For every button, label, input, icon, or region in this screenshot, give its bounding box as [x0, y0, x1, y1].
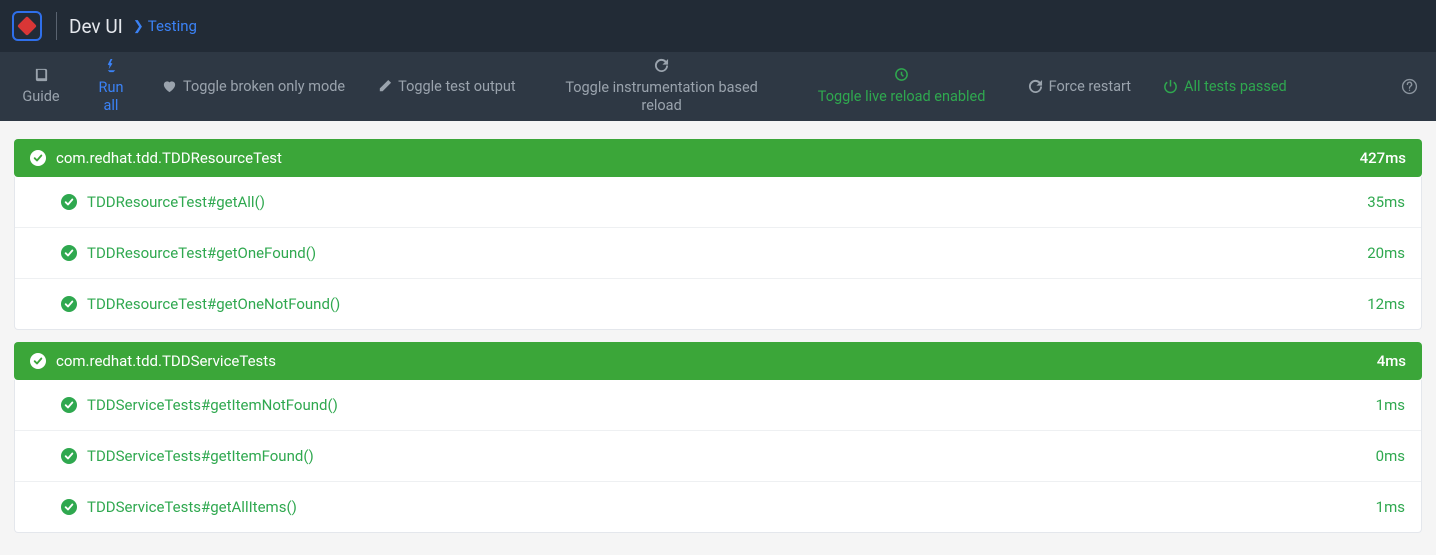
test-name: TDDResourceTest#getOneFound() [87, 244, 316, 262]
toggle-live-reload-button[interactable]: Toggle live reload enabled [792, 52, 1012, 121]
suite-header[interactable]: com.redhat.tdd.TDDServiceTests 4ms [14, 342, 1422, 380]
test-time: 1ms [1376, 396, 1405, 414]
test-row[interactable]: TDDServiceTests#getItemNotFound() 1ms [15, 380, 1421, 431]
toggle-instrumentation-label: Toggle instrumentation based reload [548, 79, 776, 115]
check-circle-icon [61, 245, 77, 261]
toggle-output-button[interactable]: Toggle test output [361, 52, 531, 121]
test-name: TDDResourceTest#getAll() [87, 193, 265, 211]
suite-time: 427ms [1360, 149, 1406, 167]
question-circle-icon [1401, 78, 1418, 95]
test-list: TDDResourceTest#getAll() 35ms TDDResourc… [14, 177, 1422, 330]
heart-icon [162, 79, 177, 94]
toolbar: Guide Run all Toggle broken only mode To… [0, 52, 1436, 121]
sync-icon [654, 58, 669, 73]
toggle-live-reload-label: Toggle live reload enabled [818, 88, 986, 106]
suite-name: com.redhat.tdd.TDDResourceTest [56, 149, 282, 167]
check-circle-icon [61, 397, 77, 413]
check-circle-icon [61, 194, 77, 210]
test-list: TDDServiceTests#getItemNotFound() 1ms TD… [14, 380, 1422, 533]
clock-icon [894, 67, 909, 82]
logo-icon [17, 16, 37, 36]
redo-icon [1028, 79, 1043, 94]
test-time: 1ms [1376, 498, 1405, 516]
all-tests-passed-label: All tests passed [1184, 78, 1287, 96]
breadcrumb-testing[interactable]: Testing [148, 17, 197, 35]
check-circle-icon [61, 499, 77, 515]
force-restart-button[interactable]: Force restart [1012, 52, 1147, 121]
divider [56, 12, 57, 40]
run-all-button[interactable]: Run all [76, 52, 146, 121]
chevron-right-icon: ❯ [133, 19, 144, 34]
app-title: Dev UI [69, 15, 123, 38]
book-icon [34, 67, 49, 82]
check-circle-icon [30, 150, 46, 166]
suite-time: 4ms [1377, 352, 1406, 370]
all-tests-passed-status[interactable]: All tests passed [1147, 52, 1303, 121]
test-time: 0ms [1376, 447, 1405, 465]
force-restart-label: Force restart [1049, 78, 1131, 96]
test-time: 35ms [1367, 193, 1405, 211]
test-row[interactable]: TDDServiceTests#getAllItems() 1ms [15, 482, 1421, 532]
suite-header[interactable]: com.redhat.tdd.TDDResourceTest 427ms [14, 139, 1422, 177]
pencil-icon [377, 79, 392, 94]
toggle-instrumentation-button[interactable]: Toggle instrumentation based reload [532, 52, 792, 121]
test-results: com.redhat.tdd.TDDResourceTest 427ms TDD… [0, 121, 1436, 533]
test-row[interactable]: TDDServiceTests#getItemFound() 0ms [15, 431, 1421, 482]
check-circle-icon [30, 353, 46, 369]
running-icon [104, 58, 119, 73]
toggle-broken-button[interactable]: Toggle broken only mode [146, 52, 361, 121]
test-name: TDDServiceTests#getAllItems() [87, 498, 297, 516]
guide-label: Guide [22, 88, 59, 106]
test-name: TDDServiceTests#getItemNotFound() [87, 396, 338, 414]
check-circle-icon [61, 296, 77, 312]
suite-name: com.redhat.tdd.TDDServiceTests [56, 352, 276, 370]
help-button[interactable] [1389, 52, 1430, 121]
test-row[interactable]: TDDResourceTest#getAll() 35ms [15, 177, 1421, 228]
test-name: TDDResourceTest#getOneNotFound() [87, 295, 340, 313]
test-time: 12ms [1367, 295, 1405, 313]
check-circle-icon [61, 448, 77, 464]
run-all-label: Run all [92, 79, 130, 115]
guide-button[interactable]: Guide [6, 52, 76, 121]
power-icon [1163, 79, 1178, 94]
test-name: TDDServiceTests#getItemFound() [87, 447, 314, 465]
toggle-broken-label: Toggle broken only mode [183, 78, 345, 96]
test-time: 20ms [1367, 244, 1405, 262]
app-header: Dev UI ❯ Testing [0, 0, 1436, 52]
toggle-output-label: Toggle test output [398, 78, 515, 96]
test-row[interactable]: TDDResourceTest#getOneNotFound() 12ms [15, 279, 1421, 329]
test-row[interactable]: TDDResourceTest#getOneFound() 20ms [15, 228, 1421, 279]
app-logo[interactable] [12, 11, 42, 41]
